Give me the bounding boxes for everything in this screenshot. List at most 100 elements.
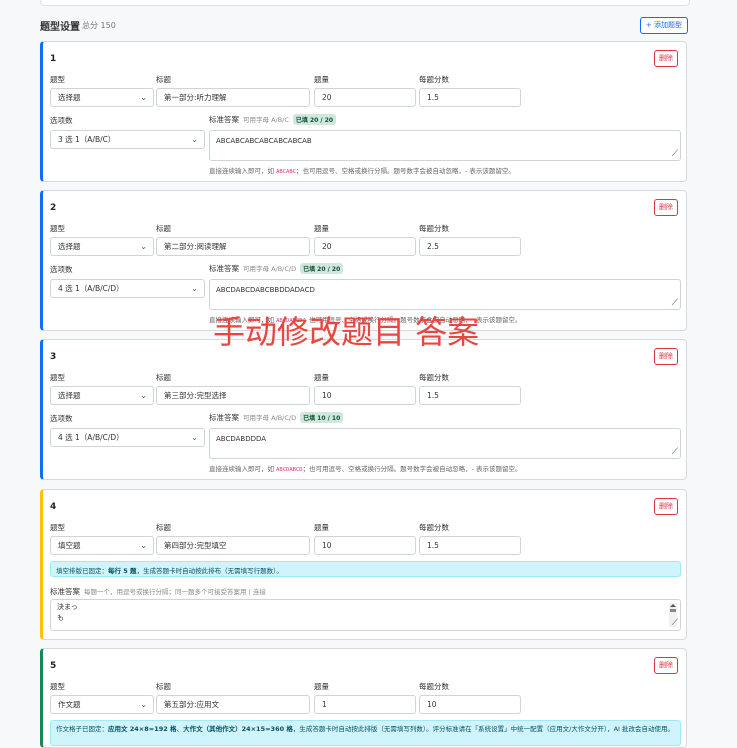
filled-badge: 已填 20 / 20 [300, 263, 344, 274]
answer-text: ABCDABCDABCBBDDADACD [216, 286, 315, 294]
annotation-overlay-text: 手动修改题目 答案 [213, 313, 480, 351]
info-text: 填空排版已固定： [56, 567, 108, 575]
type-label: 题型 [50, 224, 65, 233]
count-input[interactable]: 10 [314, 386, 416, 405]
question-number: 5 [50, 661, 57, 671]
type-label: 题型 [50, 682, 65, 691]
title-input[interactable]: 第二部分:阅读理解 [156, 237, 310, 256]
title-input[interactable]: 第三部分:完型选择 [156, 386, 310, 405]
title-label: 标题 [156, 75, 171, 84]
options-value: 3 选 1（A/B/C） [58, 135, 116, 144]
chevron-down-icon: ⌄ [140, 391, 147, 400]
info-text: ，生成答题卡时自动按此排版（无需填写列数）。评分标准请在「系统设置」中统一配置（… [292, 725, 675, 733]
score-input[interactable]: 1.5 [419, 536, 521, 555]
type-select[interactable]: 选择题 ⌄ [50, 88, 154, 107]
score-input[interactable]: 1.5 [419, 88, 521, 107]
options-label: 选项数 [50, 414, 73, 423]
options-select[interactable]: 4 选 1（A/B/C/D） ⌄ [50, 279, 205, 298]
title-label: 标题 [156, 523, 171, 532]
delete-button[interactable]: 删除 [654, 199, 678, 216]
answer-text: ABCDABDDDA [216, 435, 267, 443]
chevron-down-icon: ⌄ [191, 135, 198, 144]
note-text: 直接连续输入即可，如 [209, 465, 274, 473]
question-card: 1 删除 题型 标题 题量 每题分数 选择题 ⌄ 第一部分:听力理解 20 1.5… [40, 41, 687, 182]
answer-hint: 可用字母 A/B/C/D [243, 414, 297, 422]
delete-button[interactable]: 删除 [654, 657, 678, 674]
score-label: 每题分数 [419, 75, 449, 84]
type-label: 题型 [50, 373, 65, 382]
section-header: 题型设置 总分 150 + 添加题型 [40, 17, 688, 35]
count-input[interactable]: 10 [314, 536, 416, 555]
answer-textarea[interactable]: 決まっ も ⟋ [50, 599, 681, 631]
score-input[interactable]: 2.5 [419, 237, 521, 256]
add-question-type-button[interactable]: + 添加题型 [639, 17, 688, 34]
title-label: 标题 [156, 224, 171, 233]
type-select[interactable]: 选择题 ⌄ [50, 237, 154, 256]
score-input[interactable]: 1.5 [419, 386, 521, 405]
answer-textarea[interactable]: ABCABCABCABCABCABCAB ⟋ [209, 130, 681, 161]
answer-line: も [57, 614, 64, 622]
section-title: 题型设置 [40, 22, 80, 33]
title-label: 标题 [156, 373, 171, 382]
answer-textarea[interactable]: ABCDABDDDA ⟋ [209, 428, 681, 459]
resize-grip-icon[interactable]: ⟋ [672, 298, 678, 308]
answer-hint: 每题一个，用逗号或换行分隔；同一题多个可接受答案用 | 连接 [84, 588, 266, 596]
total-score: 总分 150 [82, 21, 116, 30]
answer-text: ABCABCABCABCABCABCAB [216, 137, 312, 145]
title-input[interactable]: 第一部分:听力理解 [156, 88, 310, 107]
type-select[interactable]: 填空题 ⌄ [50, 536, 154, 555]
type-select[interactable]: 选择题 ⌄ [50, 386, 154, 405]
resize-grip-icon[interactable]: ⟋ [672, 149, 678, 159]
answer-label: 标准答案 [50, 587, 80, 596]
count-input[interactable]: 1 [314, 695, 416, 714]
answer-label: 标准答案 [209, 413, 239, 422]
count-input[interactable]: 20 [314, 88, 416, 107]
filled-badge: 已填 20 / 20 [292, 114, 337, 125]
score-input[interactable]: 10 [419, 695, 521, 714]
answer-label-row: 标准答案 可用字母 A/B/C/D 已填 20 / 20 [209, 263, 344, 274]
answer-label: 标准答案 [209, 115, 239, 124]
type-value: 填空题 [58, 541, 81, 550]
type-label: 题型 [50, 523, 65, 532]
options-select[interactable]: 4 选 1（A/B/C/D） ⌄ [50, 428, 205, 447]
title-input[interactable]: 第五部分:应用文 [156, 695, 310, 714]
answer-note: 直接连续输入即可，如 ABCDABCD；也可用逗号、空格或换行分隔。题号数字会被… [209, 463, 522, 473]
chevron-down-icon: ⌄ [140, 700, 147, 709]
delete-button[interactable]: 删除 [654, 50, 678, 67]
essay-layout-info: 作文格子已固定：应用文 24×8=192 格、大作文（其他作文）24×15=36… [50, 720, 681, 746]
note-example: ABCABC [276, 169, 296, 175]
answer-hint: 可用字母 A/B/C [243, 116, 289, 124]
delete-button[interactable]: 删除 [654, 348, 678, 365]
chevron-down-icon: ⌄ [140, 541, 147, 550]
count-label: 题量 [314, 75, 329, 84]
count-input[interactable]: 20 [314, 237, 416, 256]
type-label: 题型 [50, 75, 65, 84]
answer-label-row: 标准答案 每题一个，用逗号或换行分隔；同一题多个可接受答案用 | 连接 [50, 586, 266, 597]
answer-note: 直接连续输入即可，如 ABCABC；也可用逗号、空格或换行分隔。题号数字会被自动… [209, 165, 515, 175]
answer-label: 标准答案 [209, 264, 239, 273]
resize-grip-icon[interactable]: ⟋ [672, 447, 678, 457]
info-bold: 应用文 24×8=192 格 [108, 725, 177, 733]
question-card: 5 删除 题型 标题 题量 每题分数 作文题 ⌄ 第五部分:应用文 1 10 作文… [40, 648, 687, 748]
question-number: 3 [50, 352, 57, 362]
chevron-down-icon: ⌄ [140, 242, 147, 251]
question-number: 4 [50, 502, 57, 512]
chevron-down-icon: ⌄ [140, 93, 147, 102]
count-label: 题量 [314, 224, 329, 233]
type-value: 选择题 [58, 242, 81, 251]
type-value: 选择题 [58, 93, 81, 102]
question-number: 1 [50, 54, 57, 64]
resize-grip-icon[interactable]: ⟋ [672, 618, 678, 629]
delete-button[interactable]: 删除 [654, 498, 678, 515]
options-select[interactable]: 3 选 1（A/B/C） ⌄ [50, 130, 205, 149]
filled-badge: 已填 10 / 10 [300, 412, 344, 423]
chevron-down-icon: ⌄ [191, 433, 198, 442]
title-input[interactable]: 第四部分:完型填空 [156, 536, 310, 555]
answer-hint: 可用字母 A/B/C/D [243, 265, 297, 273]
title-label: 标题 [156, 682, 171, 691]
options-value: 4 选 1（A/B/C/D） [58, 284, 124, 293]
answer-textarea[interactable]: ABCDABCDABCBBDDADACD ⟋ [209, 279, 681, 310]
score-label: 每题分数 [419, 523, 449, 532]
type-select[interactable]: 作文题 ⌄ [50, 695, 154, 714]
question-number: 2 [50, 203, 57, 213]
